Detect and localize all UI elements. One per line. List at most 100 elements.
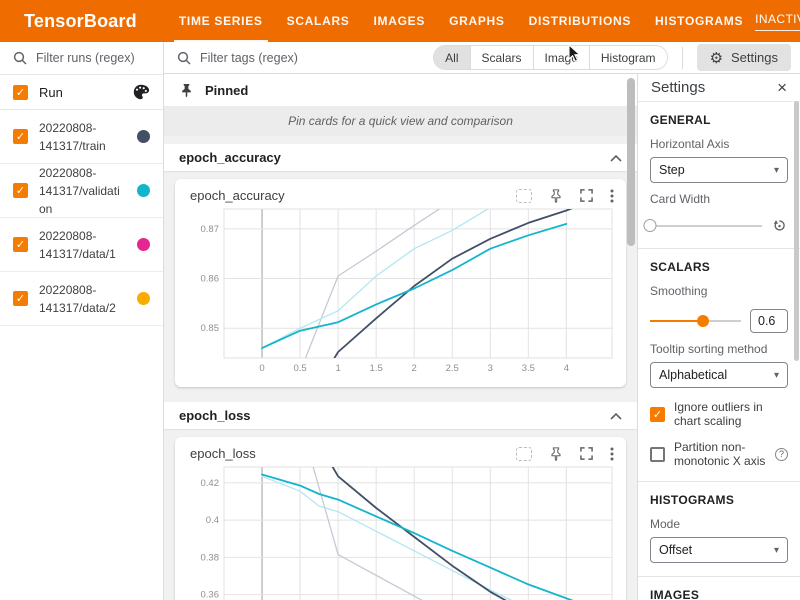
pinned-section-header[interactable]: Pinned (164, 74, 637, 106)
svg-text:0.86: 0.86 (200, 274, 219, 285)
group-heading: HISTOGRAMS (650, 493, 788, 507)
more-menu-icon[interactable] (610, 189, 614, 203)
svg-text:0.85: 0.85 (200, 323, 219, 334)
fit-domain-icon[interactable] (516, 447, 532, 461)
run-row-data-1[interactable]: ✓ 20220808-141317/data/1 (0, 218, 163, 272)
partition-x-axis-checkbox[interactable]: ✓ (650, 447, 665, 462)
fullscreen-icon[interactable] (580, 189, 593, 202)
reset-icon[interactable] (771, 217, 788, 234)
settings-group-general: GENERAL Horizontal Axis Step ▾ Card Widt… (638, 102, 800, 249)
chevron-up-icon[interactable] (610, 154, 622, 162)
svg-text:0.5: 0.5 (293, 363, 306, 374)
section-title: epoch_loss (179, 408, 251, 423)
run-row-validation[interactable]: ✓ 20220808-141317/validation (0, 164, 163, 218)
more-menu-icon[interactable] (610, 447, 614, 461)
ignore-outliers-checkbox[interactable]: ✓ (650, 407, 665, 422)
smoothing-value-input[interactable]: 0.6 (750, 309, 788, 333)
group-heading: SCALARS (650, 260, 788, 274)
tab-images[interactable]: IMAGES (362, 0, 438, 42)
run-row-data-2[interactable]: ✓ 20220808-141317/data/2 (0, 272, 163, 326)
card-epoch-accuracy: epoch_accuracy 00.511.522.533.540.850.86… (175, 179, 626, 387)
app-title: TensorBoard (24, 11, 137, 32)
run-checkbox[interactable]: ✓ (13, 237, 28, 252)
epoch-accuracy-chart[interactable]: 00.511.522.533.540.850.860.87 (186, 206, 616, 378)
tag-filter-histogram[interactable]: Histogram (589, 46, 667, 69)
pinned-label: Pinned (205, 83, 248, 98)
gear-icon: ⚙ (710, 49, 723, 67)
svg-text:4: 4 (563, 363, 568, 374)
svg-text:0.38: 0.38 (200, 552, 219, 563)
settings-panel-title: Settings (651, 79, 705, 96)
runs-column-header: Run (39, 85, 63, 100)
tag-filter-all[interactable]: All (434, 46, 469, 69)
card-width-slider[interactable] (650, 219, 762, 233)
svg-text:0.87: 0.87 (200, 224, 219, 235)
pin-card-icon[interactable] (549, 447, 563, 461)
settings-group-images: IMAGES Brightness Contrast (638, 577, 800, 600)
tab-time-series[interactable]: TIME SERIES (167, 0, 275, 42)
svg-text:0.4: 0.4 (205, 515, 218, 526)
search-icon (13, 51, 27, 65)
svg-text:0: 0 (259, 363, 264, 374)
pin-icon (179, 83, 194, 98)
settings-scrollbar[interactable] (794, 101, 799, 361)
horizontal-axis-select[interactable]: Step ▾ (650, 157, 788, 183)
section-header-epoch-loss[interactable]: epoch_loss (164, 402, 637, 429)
histogram-mode-select[interactable]: Offset ▾ (650, 537, 788, 563)
run-checkbox[interactable]: ✓ (13, 129, 28, 144)
tab-graphs[interactable]: GRAPHS (437, 0, 517, 42)
settings-panel: Settings × GENERAL Horizontal Axis Step … (637, 74, 800, 600)
filter-runs-input[interactable]: Filter runs (regex) (0, 42, 163, 75)
section-header-epoch-accuracy[interactable]: epoch_accuracy (164, 144, 637, 171)
partition-x-axis-row[interactable]: ✓ Partition non-monotonic X axis ? (650, 440, 788, 468)
filter-tags-input[interactable]: Filter tags (regex) (177, 51, 425, 65)
settings-button[interactable]: ⚙ Settings (697, 44, 791, 71)
select-all-runs-checkbox[interactable]: ✓ (13, 85, 28, 100)
top-nav: TIME SERIES SCALARS IMAGES GRAPHS DISTRI… (167, 0, 755, 42)
app-header: TensorBoard TIME SERIES SCALARS IMAGES G… (0, 0, 800, 42)
runs-sidebar: Filter runs (regex) ✓ Run ✓ 20220808-141… (0, 42, 164, 600)
run-label: 20220808-141317/train (39, 119, 126, 155)
svg-text:0.36: 0.36 (200, 590, 219, 600)
card-width-label: Card Width (650, 192, 788, 206)
main-scrollbar[interactable] (627, 78, 635, 246)
svg-text:3: 3 (487, 363, 492, 374)
status-value: INACTIVE (755, 12, 800, 26)
chevron-up-icon[interactable] (610, 412, 622, 420)
ignore-outliers-row[interactable]: ✓ Ignore outliers in chart scaling (650, 400, 788, 428)
tag-filter-image[interactable]: Image (533, 46, 589, 69)
svg-text:2.5: 2.5 (445, 363, 458, 374)
close-icon[interactable]: × (777, 79, 787, 96)
card-epoch-loss: epoch_loss 0.36 0.38 0.4 0.42 (175, 437, 626, 600)
fullscreen-icon[interactable] (580, 447, 593, 460)
svg-text:0.42: 0.42 (200, 478, 219, 489)
tab-histograms[interactable]: HISTOGRAMS (643, 0, 755, 42)
run-checkbox[interactable]: ✓ (13, 183, 28, 198)
card-title: epoch_loss (190, 446, 516, 461)
run-row-train[interactable]: ✓ 20220808-141317/train (0, 110, 163, 164)
run-color-dot[interactable] (137, 238, 150, 251)
svg-text:3.5: 3.5 (521, 363, 534, 374)
chevron-down-icon: ▾ (774, 165, 779, 176)
tab-scalars[interactable]: SCALARS (275, 0, 362, 42)
toolbar-divider (682, 47, 683, 69)
group-heading: GENERAL (650, 113, 788, 127)
run-checkbox[interactable]: ✓ (13, 291, 28, 306)
palette-icon[interactable] (132, 83, 150, 101)
chevron-down-icon: ▾ (774, 370, 779, 381)
help-icon[interactable]: ? (775, 448, 788, 461)
epoch-loss-chart[interactable]: 0.36 0.38 0.4 0.42 (186, 464, 616, 600)
smoothing-slider[interactable] (650, 314, 741, 328)
run-color-dot[interactable] (137, 292, 150, 305)
pin-card-icon[interactable] (549, 189, 563, 203)
run-color-dot[interactable] (137, 184, 150, 197)
tooltip-sorting-select[interactable]: Alphabetical ▾ (650, 362, 788, 388)
tab-distributions[interactable]: DISTRIBUTIONS (517, 0, 643, 42)
run-color-dot[interactable] (137, 130, 150, 143)
card-title: epoch_accuracy (190, 188, 516, 203)
reload-status-select[interactable]: INACTIVE ▾ (755, 12, 800, 31)
fit-domain-icon[interactable] (516, 189, 532, 203)
settings-group-histograms: HISTOGRAMS Mode Offset ▾ (638, 482, 800, 577)
chevron-down-icon: ▾ (774, 545, 779, 556)
tag-filter-scalars[interactable]: Scalars (470, 46, 533, 69)
